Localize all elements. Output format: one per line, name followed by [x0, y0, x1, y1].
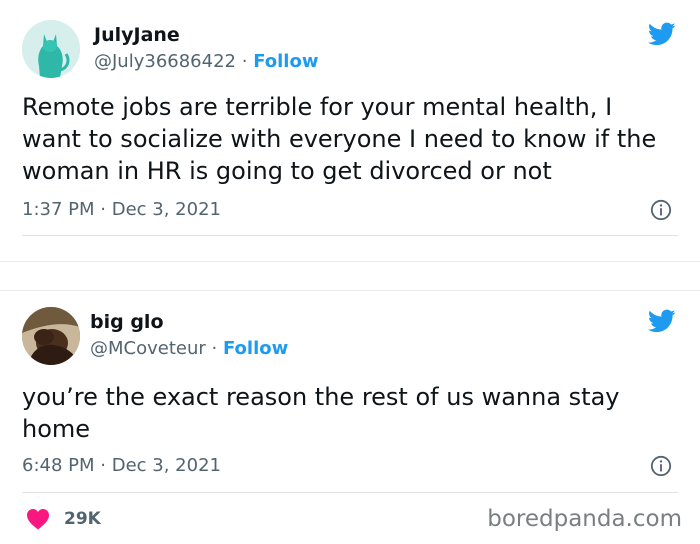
follow-button[interactable]: Follow [223, 338, 288, 359]
watermark: boredpanda.com [487, 506, 682, 532]
divider [22, 235, 678, 236]
handle[interactable]: @July36686422 [94, 51, 236, 72]
follow-button[interactable]: Follow [253, 51, 318, 72]
cat-statue-icon [22, 20, 80, 78]
separator: · [100, 199, 106, 220]
twitter-bird-icon[interactable] [646, 20, 678, 48]
date: Dec 3, 2021 [111, 199, 221, 220]
separator: · [211, 338, 218, 359]
like-count[interactable]: 29K [64, 509, 101, 529]
avatar[interactable] [22, 20, 80, 78]
divider [22, 492, 678, 493]
handle-line: @MCoveteur · Follow [90, 338, 288, 359]
tweet-text: you’re the exact reason the rest of us w… [22, 383, 620, 443]
timestamp[interactable]: 6:48 PM · Dec 3, 2021 [22, 455, 221, 476]
tweet-card-1: JulyJane @July36686422 · Follow Remote j… [0, 0, 700, 262]
date: Dec 3, 2021 [111, 455, 221, 476]
info-icon[interactable] [650, 199, 672, 221]
separator: · [100, 455, 106, 476]
time: 1:37 PM [22, 199, 95, 220]
timestamp[interactable]: 1:37 PM · Dec 3, 2021 [22, 199, 221, 220]
avatar[interactable] [22, 307, 80, 365]
person-photo-icon [22, 307, 80, 365]
heart-icon[interactable] [26, 508, 50, 530]
display-name[interactable]: big glo [90, 311, 164, 333]
time: 6:48 PM [22, 455, 95, 476]
like-row: 29K [26, 508, 101, 530]
display-name[interactable]: JulyJane [94, 24, 180, 46]
twitter-bird-icon[interactable] [646, 307, 678, 335]
tweet-text: Remote jobs are terrible for your mental… [22, 93, 657, 185]
separator: · [241, 51, 248, 72]
info-icon[interactable] [650, 455, 672, 477]
handle[interactable]: @MCoveteur [90, 338, 206, 359]
handle-line: @July36686422 · Follow [94, 51, 318, 72]
